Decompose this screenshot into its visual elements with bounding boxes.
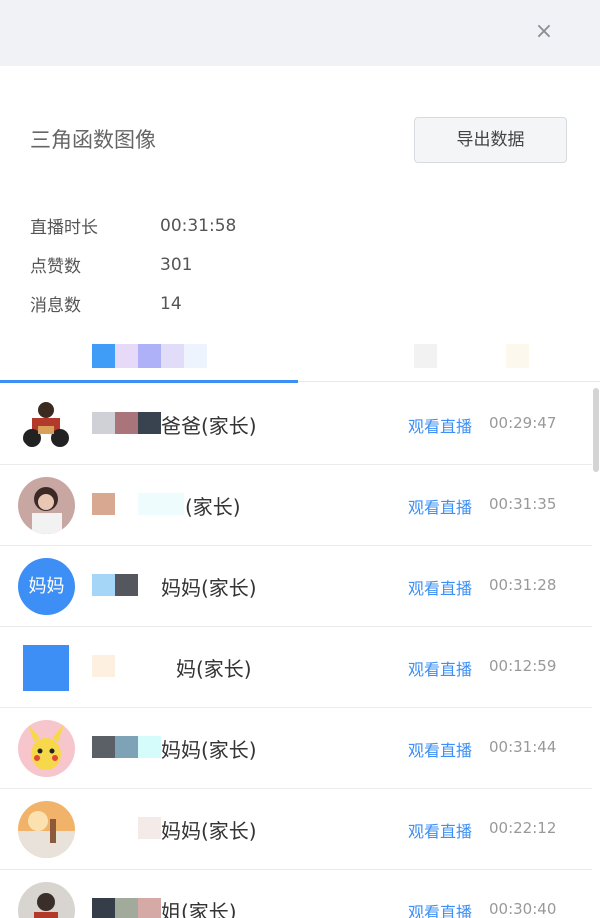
list-item[interactable]: 妈妈(家长) 观看直播 00:22:12 <box>0 789 592 870</box>
list-item[interactable]: 姐(家长) 观看直播 00:30:40 <box>0 870 592 918</box>
avatar: 妈妈 <box>18 558 75 615</box>
scroll-thumb[interactable] <box>593 388 599 472</box>
page-title: 三角函数图像 <box>30 128 156 152</box>
watch-time: 00:31:28 <box>489 576 557 594</box>
watch-time: 00:29:47 <box>489 414 557 432</box>
list-scrollbar[interactable] <box>592 384 600 918</box>
main-panel: 三角函数图像 导出数据 直播时长 00:31:58 点赞数 301 消息数 14 <box>0 66 600 918</box>
name-mosaic <box>92 412 161 434</box>
list-item[interactable]: 妈(家长) 观看直播 00:12:59 <box>0 627 592 708</box>
avatar <box>23 645 69 691</box>
tab-first[interactable] <box>92 344 207 368</box>
tab-second[interactable] <box>414 344 529 368</box>
stats-block: 直播时长 00:31:58 点赞数 301 消息数 14 <box>30 206 236 323</box>
list-item[interactable]: 爸爸(家长) 观看直播 00:29:47 <box>0 384 592 465</box>
watch-live-link[interactable]: 观看直播 <box>408 818 472 842</box>
viewer-list: 爸爸(家长) 观看直播 00:29:47 (家长) 观看直播 00:31:35 … <box>0 384 592 918</box>
stat-row-duration: 直播时长 00:31:58 <box>30 206 236 245</box>
export-data-button[interactable]: 导出数据 <box>414 117 567 163</box>
name-mosaic <box>92 817 161 839</box>
watch-time: 00:31:44 <box>489 738 557 756</box>
stat-label: 消息数 <box>30 296 81 316</box>
viewer-name: 妈妈(家长) <box>161 738 257 762</box>
stat-value: 00:31:58 <box>160 215 237 236</box>
name-mosaic <box>92 898 161 918</box>
avatar <box>18 882 75 918</box>
watch-live-link[interactable]: 观看直播 <box>408 737 472 761</box>
list-item[interactable]: 妈妈 妈妈(家长) 观看直播 00:31:28 <box>0 546 592 627</box>
stat-value: 301 <box>160 254 193 275</box>
tab-indicator <box>0 380 298 383</box>
stat-row-messages: 消息数 14 <box>30 284 236 323</box>
stat-label: 点赞数 <box>30 257 81 277</box>
list-item[interactable]: 妈妈(家长) 观看直播 00:31:44 <box>0 708 592 789</box>
avatar <box>18 396 75 453</box>
watch-time: 00:12:59 <box>489 657 557 675</box>
stat-row-likes: 点赞数 301 <box>30 245 236 284</box>
stat-label: 直播时长 <box>30 218 98 238</box>
viewer-name: 妈妈(家长) <box>161 576 257 600</box>
tab-divider <box>298 381 600 382</box>
viewer-name: 姐(家长) <box>161 900 237 918</box>
close-icon[interactable]: × <box>530 18 558 46</box>
watch-live-link[interactable]: 观看直播 <box>408 413 472 437</box>
stat-value: 14 <box>160 293 182 314</box>
name-mosaic <box>92 655 161 677</box>
list-item[interactable]: (家长) 观看直播 00:31:35 <box>0 465 592 546</box>
watch-live-link[interactable]: 观看直播 <box>408 494 472 518</box>
name-mosaic <box>92 493 184 515</box>
avatar <box>18 720 75 777</box>
watch-live-link[interactable]: 观看直播 <box>408 575 472 599</box>
viewer-name: 妈妈(家长) <box>161 819 257 843</box>
viewer-name: (家长) <box>185 495 241 519</box>
watch-time: 00:31:35 <box>489 495 557 513</box>
avatar <box>18 801 75 858</box>
watch-time: 00:22:12 <box>489 819 557 837</box>
name-mosaic <box>92 736 161 758</box>
tab-bar <box>0 334 600 384</box>
avatar <box>18 477 75 534</box>
top-bar: × <box>0 0 600 66</box>
watch-live-link[interactable]: 观看直播 <box>408 656 472 680</box>
viewer-name: 妈(家长) <box>176 657 252 681</box>
watch-live-link[interactable]: 观看直播 <box>408 899 472 918</box>
viewer-name: 爸爸(家长) <box>161 414 257 438</box>
watch-time: 00:30:40 <box>489 900 557 918</box>
name-mosaic <box>92 574 161 596</box>
